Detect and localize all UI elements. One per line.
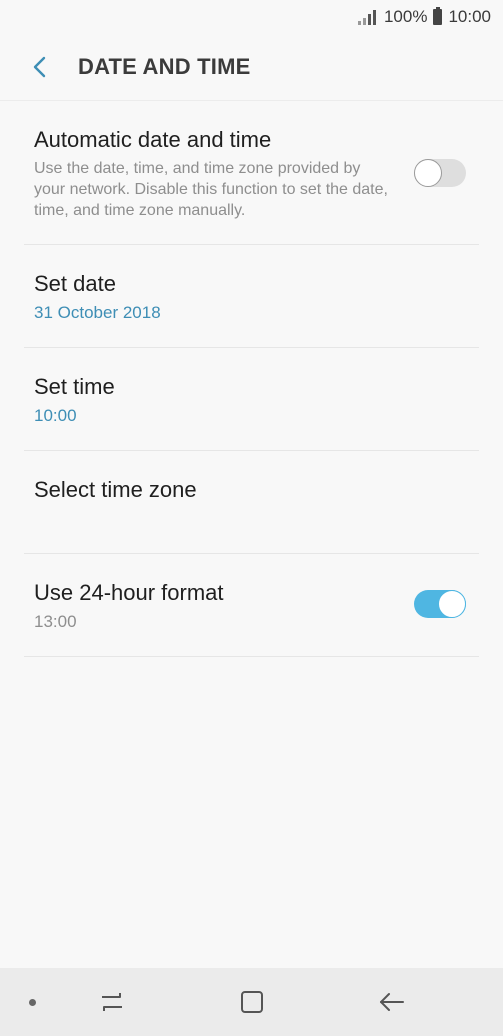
- home-icon: [241, 991, 263, 1013]
- automatic-date-time-toggle[interactable]: [414, 159, 466, 187]
- item-title: Select time zone: [34, 477, 197, 502]
- home-button[interactable]: [232, 968, 272, 1036]
- nav-dot-button[interactable]: [22, 968, 42, 1036]
- item-title: Set time: [34, 374, 115, 399]
- settings-list: Automatic date and time Use the date, ti…: [0, 101, 503, 657]
- divider: [24, 656, 479, 657]
- battery-icon: [433, 7, 443, 25]
- format-example: 13:00: [34, 612, 77, 631]
- back-button[interactable]: [20, 47, 60, 87]
- item-title: Automatic date and time: [34, 127, 272, 152]
- item-title: Use 24-hour format: [34, 580, 224, 605]
- item-description: Use the date, time, and time zone provid…: [34, 160, 388, 219]
- recent-apps-button[interactable]: [92, 968, 132, 1036]
- set-date-item[interactable]: Set date 31 October 2018: [0, 245, 503, 348]
- app-header: DATE AND TIME: [0, 34, 503, 100]
- chevron-left-icon: [33, 56, 46, 78]
- back-arrow-icon: [380, 993, 404, 1011]
- use-24-hour-format-item[interactable]: Use 24-hour format 13:00: [0, 554, 503, 657]
- navigation-bar: [0, 968, 503, 1036]
- recent-apps-icon: [102, 993, 122, 1011]
- toggle-knob: [438, 590, 466, 618]
- battery-percent: 100%: [383, 7, 428, 26]
- toggle-knob: [414, 159, 442, 187]
- page-title: DATE AND TIME: [78, 54, 251, 79]
- back-nav-button[interactable]: [372, 968, 412, 1036]
- automatic-date-time-item[interactable]: Automatic date and time Use the date, ti…: [0, 101, 503, 245]
- signal-icon: [357, 9, 378, 25]
- status-time: 10:00: [448, 7, 491, 26]
- item-title: Set date: [34, 271, 116, 296]
- use-24-hour-format-toggle[interactable]: [414, 590, 466, 618]
- set-time-item[interactable]: Set time 10:00: [0, 348, 503, 451]
- date-value: 31 October 2018: [34, 303, 161, 322]
- time-value: 10:00: [34, 406, 77, 425]
- dot-icon: [28, 998, 36, 1006]
- status-bar: 100% 10:00: [0, 0, 503, 34]
- select-time-zone-item[interactable]: Select time zone: [0, 451, 503, 554]
